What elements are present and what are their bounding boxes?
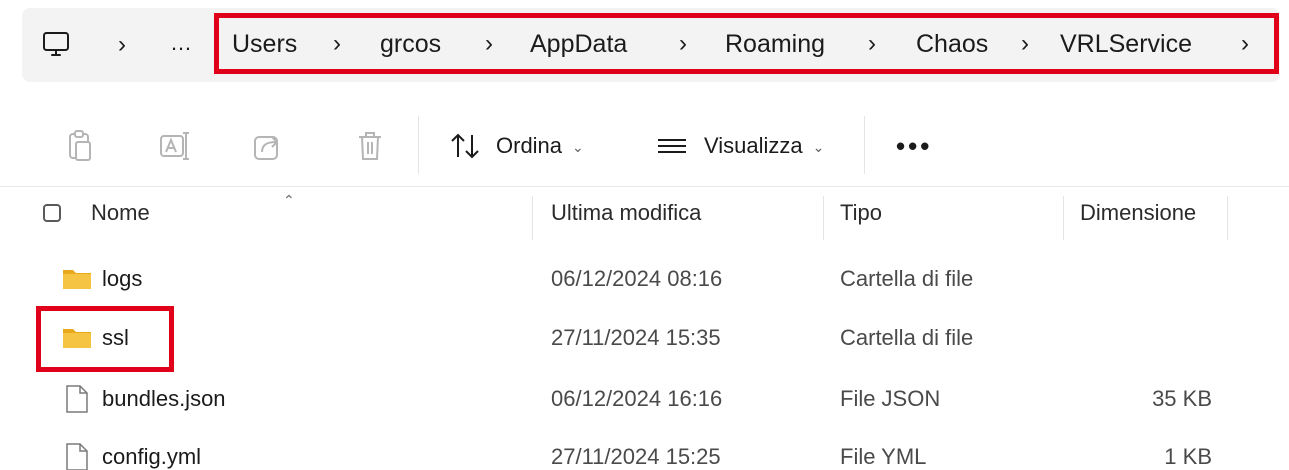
column-header-row: ⌃ Nome Ultima modifica Tipo Dimensione — [0, 190, 1289, 242]
command-bar: Ordina ⌄ Visualizza ⌄ ••• — [0, 108, 1289, 184]
file-type: Cartella di file — [840, 266, 974, 291]
file-type: File YML — [840, 444, 927, 469]
file-icon — [62, 442, 92, 470]
file-type: Cartella di file — [840, 325, 974, 350]
breadcrumb-item-vrlservice[interactable]: VRLService — [1060, 25, 1192, 63]
chevron-down-icon: ⌄ — [812, 138, 825, 155]
chevron-right-icon[interactable]: › — [118, 30, 126, 60]
folder-icon — [62, 264, 92, 294]
chevron-right-icon[interactable]: › — [868, 25, 876, 63]
file-modified: 27/11/2024 15:35 — [551, 325, 721, 350]
file-size: 35 KB — [1152, 386, 1212, 411]
column-divider[interactable] — [1063, 196, 1064, 240]
address-bar[interactable]: › … Users › grcos › AppData › Roaming › … — [22, 8, 1280, 82]
file-icon — [62, 384, 92, 414]
column-divider[interactable] — [1227, 196, 1228, 240]
toolbar-divider — [418, 116, 419, 174]
file-modified: 27/11/2024 15:25 — [551, 444, 721, 469]
chevron-right-icon[interactable]: › — [485, 25, 493, 63]
toolbar-divider — [0, 186, 1289, 187]
file-modified: 06/12/2024 08:16 — [551, 266, 723, 291]
view-list-icon — [658, 139, 686, 153]
toolbar-divider — [864, 116, 865, 174]
breadcrumb-overflow-button[interactable]: … — [170, 28, 193, 58]
file-row[interactable]: config.yml 27/11/2024 15:25 File YML 1 K… — [0, 430, 1289, 470]
breadcrumb-item-chaos[interactable]: Chaos — [916, 25, 988, 63]
view-button[interactable]: Visualizza ⌄ — [656, 128, 824, 164]
sort-ascending-icon: ⌃ — [283, 192, 295, 208]
more-options-button[interactable]: ••• — [896, 128, 932, 164]
chevron-right-icon[interactable]: › — [1021, 25, 1029, 63]
share-icon[interactable] — [250, 128, 286, 164]
file-row[interactable]: bundles.json 06/12/2024 16:16 File JSON … — [0, 372, 1289, 428]
chevron-right-icon[interactable]: › — [1241, 25, 1249, 63]
file-modified: 06/12/2024 16:16 — [551, 386, 723, 411]
breadcrumb-item-roaming[interactable]: Roaming — [725, 25, 825, 63]
file-name: config.yml — [102, 444, 202, 469]
column-header-name[interactable]: Nome — [91, 200, 150, 226]
select-all-checkbox[interactable] — [43, 204, 61, 222]
rename-icon[interactable] — [156, 128, 192, 164]
column-divider[interactable] — [532, 196, 533, 240]
sort-button[interactable]: Ordina ⌄ — [450, 128, 584, 164]
breadcrumb-item-appdata[interactable]: AppData — [530, 25, 627, 63]
chevron-right-icon[interactable]: › — [679, 25, 687, 63]
column-header-size[interactable]: Dimensione — [1080, 200, 1196, 226]
column-header-modified[interactable]: Ultima modifica — [551, 200, 701, 226]
chevron-down-icon: ⌄ — [572, 138, 584, 155]
file-name: bundles.json — [102, 386, 226, 411]
delete-icon[interactable] — [352, 128, 388, 164]
this-pc-icon[interactable] — [40, 29, 72, 61]
column-divider[interactable] — [823, 196, 824, 240]
breadcrumb-item-users[interactable]: Users — [232, 25, 297, 63]
paste-icon[interactable] — [62, 128, 98, 164]
file-name: logs — [102, 266, 143, 291]
breadcrumb-item-grcos[interactable]: grcos — [380, 25, 441, 63]
sort-icon — [451, 133, 479, 159]
folder-icon — [62, 323, 92, 353]
file-row[interactable]: logs 06/12/2024 08:16 Cartella di file — [0, 252, 1289, 308]
sort-label: Ordina — [496, 133, 563, 158]
file-name: ssl — [102, 325, 129, 350]
breadcrumb: Users › grcos › AppData › Roaming › Chao… — [227, 25, 1289, 63]
file-explorer-window: › … Users › grcos › AppData › Roaming › … — [0, 0, 1289, 470]
view-label: Visualizza — [704, 133, 803, 158]
column-header-type[interactable]: Tipo — [840, 200, 882, 226]
file-type: File JSON — [840, 386, 941, 411]
file-size: 1 KB — [1164, 444, 1212, 469]
chevron-right-icon[interactable]: › — [333, 25, 341, 63]
file-row[interactable]: ssl 27/11/2024 15:35 Cartella di file — [0, 311, 1289, 367]
